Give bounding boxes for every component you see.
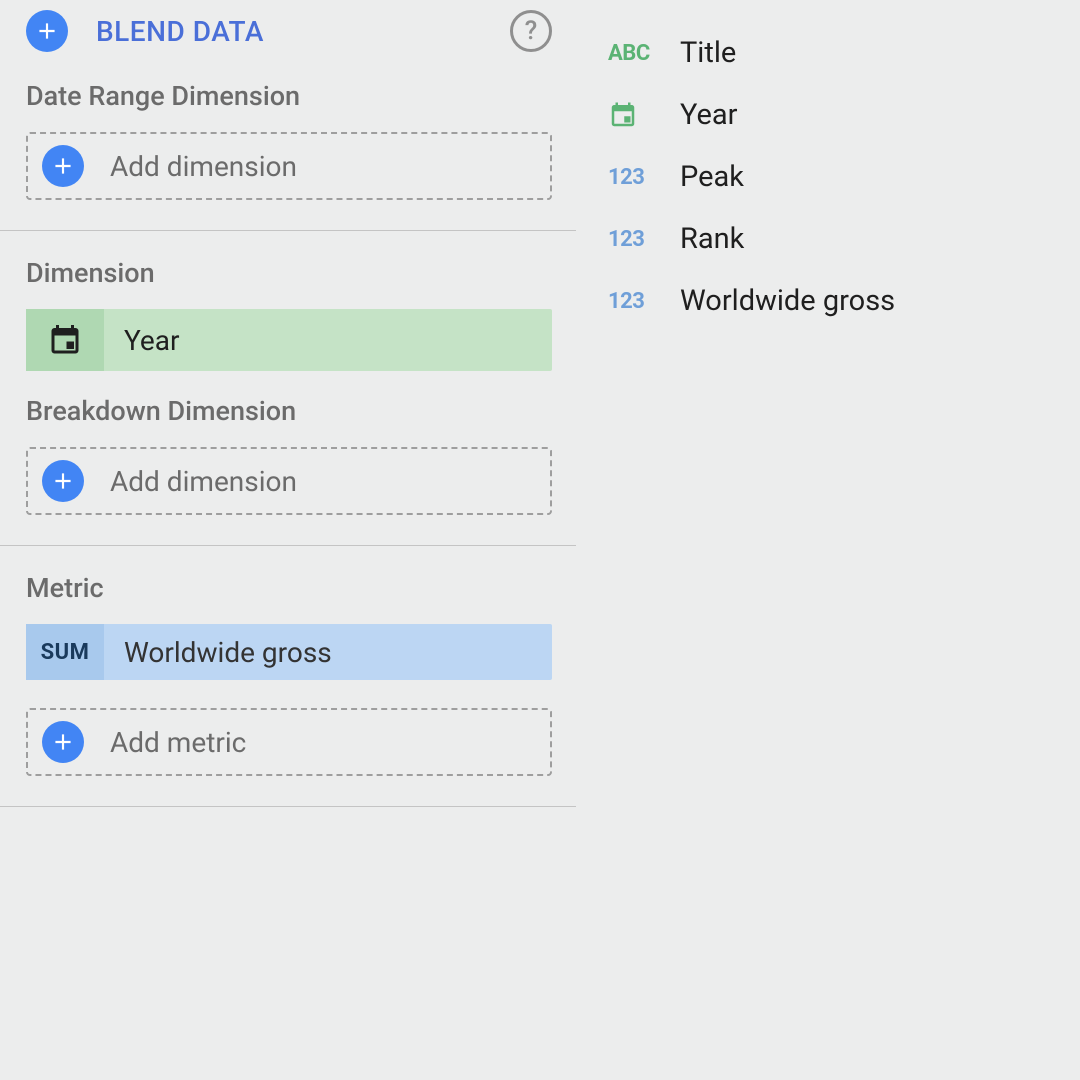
number-icon: 123	[608, 289, 664, 314]
metric-chip-label: Worldwide gross	[124, 636, 332, 669]
field-year[interactable]: Year	[608, 84, 1064, 146]
dimension-chip-year[interactable]: Year	[26, 309, 552, 371]
date-range-dimension-label: Date Range Dimension	[26, 80, 552, 112]
metric-chip-worldwide-gross[interactable]: SUM Worldwide gross	[26, 624, 552, 680]
blend-data-button[interactable]: BLEND DATA	[26, 10, 510, 52]
blend-data-row: BLEND DATA ?	[0, 0, 576, 80]
config-panel: BLEND DATA ? Date Range Dimension Add di…	[0, 0, 576, 1080]
dimension-chip-label: Year	[124, 324, 180, 357]
add-metric-label: Add metric	[110, 726, 246, 759]
breakdown-dimension-label: Breakdown Dimension	[26, 395, 552, 427]
sum-icon: SUM	[26, 624, 104, 680]
metric-label: Metric	[26, 572, 552, 604]
field-label: Worldwide gross	[680, 284, 895, 318]
plus-icon	[42, 145, 84, 187]
field-worldwide-gross[interactable]: 123 Worldwide gross	[608, 270, 1064, 332]
field-label: Rank	[680, 222, 744, 256]
plus-icon	[42, 721, 84, 763]
fields-panel: ABC Title Year 123 Peak 123 Rank 123 Wor…	[576, 0, 1080, 1080]
metric-section: Metric SUM Worldwide gross Add metric	[0, 546, 576, 807]
abc-icon: ABC	[608, 41, 664, 66]
date-range-section: Date Range Dimension Add dimension	[0, 80, 576, 231]
field-label: Peak	[680, 160, 744, 194]
field-label: Year	[680, 98, 737, 132]
calendar-icon	[608, 100, 664, 130]
help-icon[interactable]: ?	[510, 10, 552, 52]
number-icon: 123	[608, 165, 664, 190]
field-rank[interactable]: 123 Rank	[608, 208, 1064, 270]
dimension-section: Dimension Year Breakdown Dimension Add d…	[0, 231, 576, 546]
blend-data-label: BLEND DATA	[96, 15, 264, 48]
field-label: Title	[680, 36, 736, 70]
add-breakdown-dimension-button[interactable]: Add dimension	[26, 447, 552, 515]
calendar-icon	[26, 309, 104, 371]
add-dimension-label: Add dimension	[110, 465, 297, 498]
dimension-label: Dimension	[26, 257, 552, 289]
add-date-range-dimension-button[interactable]: Add dimension	[26, 132, 552, 200]
add-dimension-label: Add dimension	[110, 150, 297, 183]
field-peak[interactable]: 123 Peak	[608, 146, 1064, 208]
plus-icon	[42, 460, 84, 502]
number-icon: 123	[608, 227, 664, 252]
field-title[interactable]: ABC Title	[608, 22, 1064, 84]
add-metric-button[interactable]: Add metric	[26, 708, 552, 776]
plus-icon	[26, 10, 68, 52]
